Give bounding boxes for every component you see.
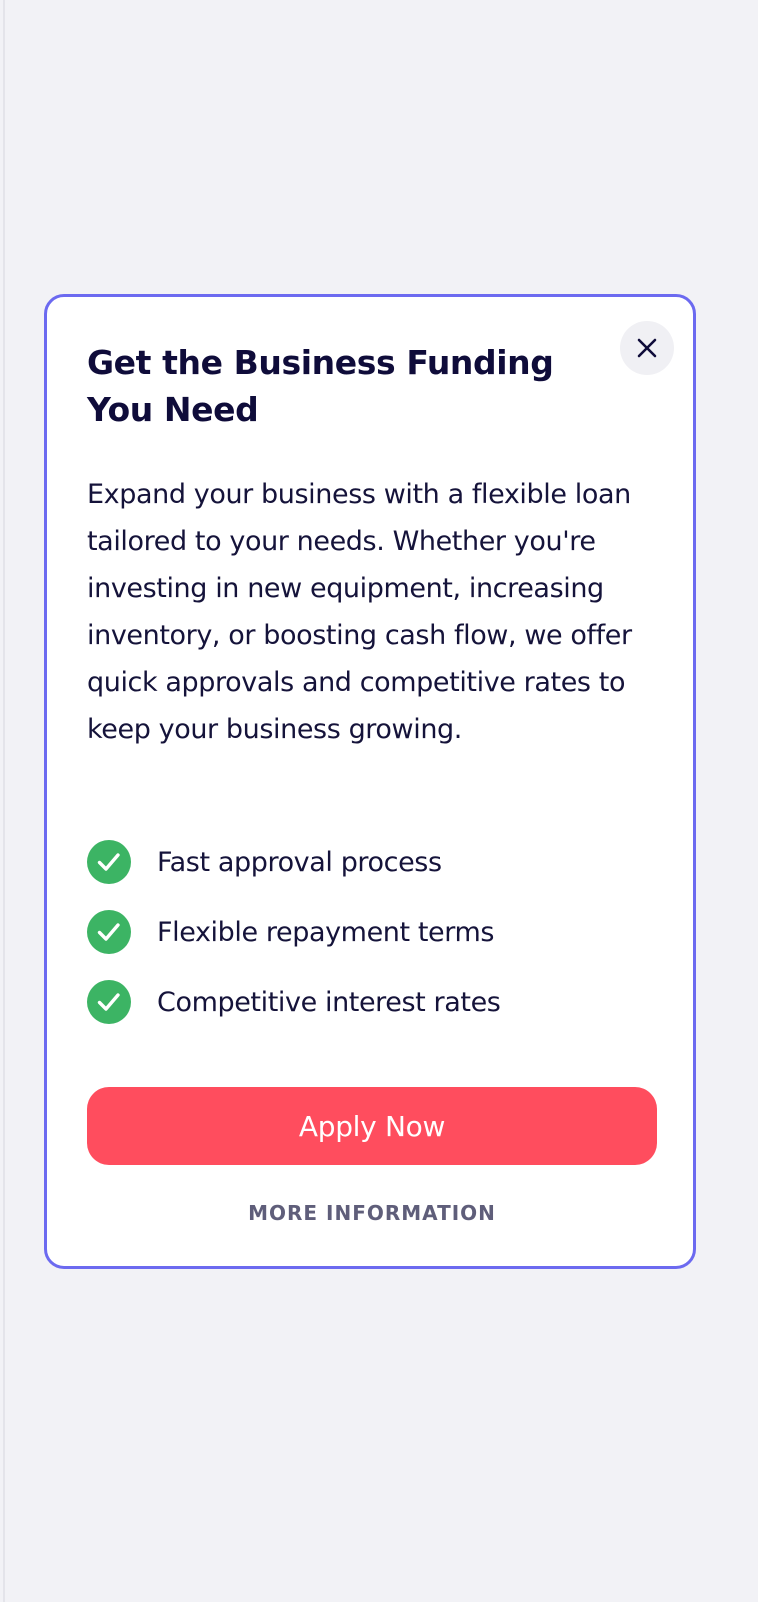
close-button[interactable] [620, 321, 674, 375]
funding-modal: Get the Business Funding You Need Expand… [44, 294, 696, 1269]
feature-list: Fast approval process Flexible repayment… [87, 840, 501, 1050]
feature-item-fast-approval: Fast approval process [87, 840, 500, 884]
check-circle-icon [87, 980, 131, 1024]
more-information-link[interactable]: MORE INFORMATION [87, 1201, 657, 1225]
page-edge-divider [3, 0, 5, 1602]
feature-label: Flexible repayment terms [157, 916, 495, 948]
feature-item-competitive-rates: Competitive interest rates [87, 980, 501, 1024]
close-icon [637, 338, 657, 358]
check-circle-icon [87, 840, 131, 884]
check-circle-icon [87, 910, 131, 954]
feature-label: Fast approval process [157, 846, 442, 878]
feature-item-flexible-repayment: Flexible repayment terms [87, 910, 500, 954]
modal-description: Expand your business with a flexible loa… [87, 479, 632, 745]
feature-label: Competitive interest rates [157, 986, 501, 1018]
apply-now-button[interactable]: Apply Now [87, 1087, 657, 1165]
modal-title: Get the Business Funding You Need [87, 343, 554, 429]
